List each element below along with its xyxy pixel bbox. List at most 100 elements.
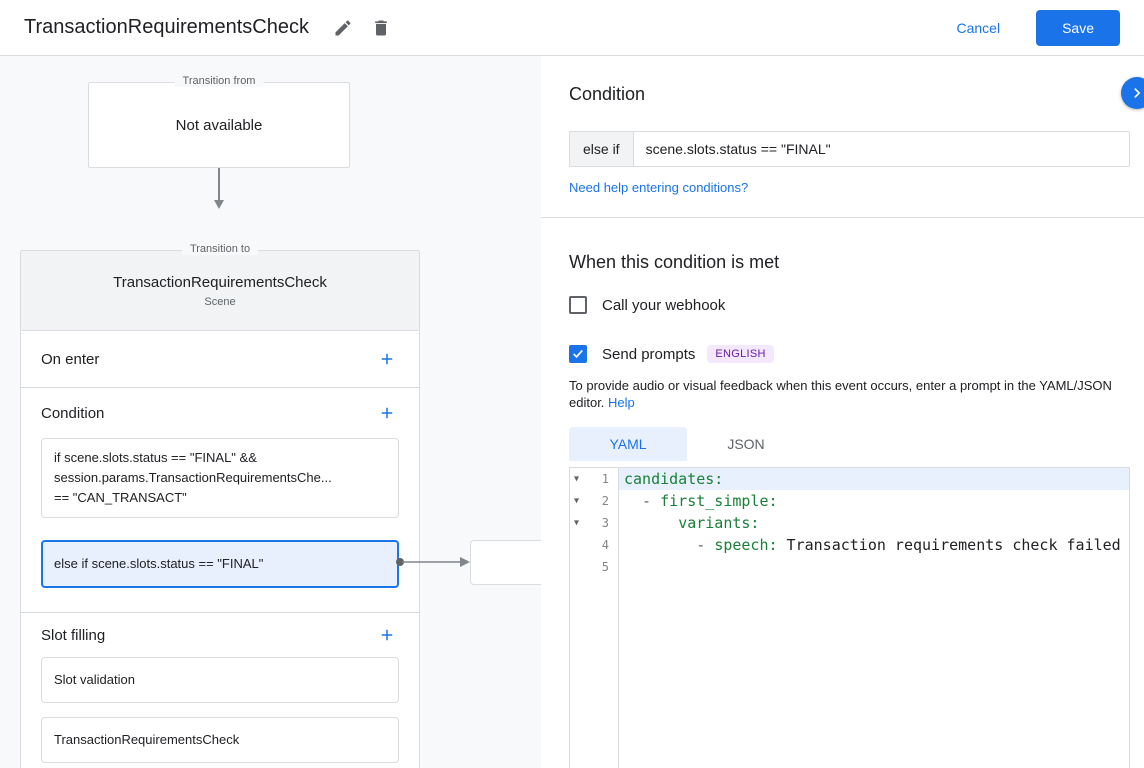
fold-arrow-icon[interactable]: ▾ <box>574 518 579 529</box>
slot-filling-section-head: Slot filling <box>21 613 419 657</box>
plus-icon <box>378 626 396 644</box>
condition-expression-row: else if <box>569 131 1130 167</box>
checkmark-icon <box>572 349 584 359</box>
code-token: Transaction requirements check failed <box>778 536 1121 554</box>
line-number: 1 <box>602 472 609 486</box>
condition-item-selected[interactable]: else if scene.slots.status == "FINAL" <box>41 540 399 588</box>
app-window: TransactionRequirementsCheck Cancel Save… <box>0 0 1144 768</box>
down-arrow-icon <box>211 168 227 210</box>
gutter-divider <box>618 468 619 768</box>
line-gutter: 5 <box>570 556 618 578</box>
condition-expression-input[interactable] <box>633 131 1130 167</box>
line-gutter: ▾3 <box>570 512 618 534</box>
main-content: Transition from Not available Transition… <box>0 56 1144 768</box>
right-arrow-icon <box>402 555 472 569</box>
edit-title-button[interactable] <box>325 10 361 46</box>
tab-json[interactable]: JSON <box>687 427 805 461</box>
code-token: speech: <box>714 536 777 554</box>
send-prompts-checkbox[interactable] <box>569 345 587 363</box>
divider <box>541 217 1144 218</box>
scene-node-subtitle: Scene <box>204 296 235 308</box>
add-condition-button[interactable] <box>375 401 399 425</box>
chevron-right-icon <box>1127 83 1144 103</box>
code-line[interactable] <box>618 556 1129 578</box>
transition-from-badge: Transition from <box>175 75 264 87</box>
transition-target-node[interactable] <box>470 540 541 585</box>
pencil-icon <box>333 18 353 38</box>
plus-icon <box>378 350 396 368</box>
prompt-hint: To provide audio or visual feedback when… <box>569 378 1112 410</box>
line-gutter: ▾2 <box>570 490 618 512</box>
code-token: first_simple: <box>660 492 777 510</box>
condition-text-line: else if scene.slots.status == "FINAL" <box>54 554 386 574</box>
line-number: 2 <box>602 494 609 508</box>
line-number: 3 <box>602 516 609 530</box>
line-number: 5 <box>602 560 609 574</box>
editor-line[interactable]: 5 <box>570 556 1129 578</box>
editor-line[interactable]: ▾3 variants: <box>570 512 1129 534</box>
condition-help-link[interactable]: Need help entering conditions? <box>569 180 748 195</box>
on-enter-row[interactable]: On enter <box>21 331 419 388</box>
editor-tabs: YAML JSON <box>569 427 805 461</box>
transition-to-badge: Transition to <box>182 243 258 255</box>
code-line[interactable]: - speech: Transaction requirements check… <box>618 534 1129 556</box>
page-title: TransactionRequirementsCheck <box>24 16 309 39</box>
scene-flow-canvas: Transition from Not available Transition… <box>0 56 541 768</box>
condition-section-head: Condition <box>21 388 419 438</box>
delete-scene-button[interactable] <box>363 10 399 46</box>
webhook-row: Call your webhook <box>569 296 725 314</box>
code-token <box>624 514 678 532</box>
line-gutter: 4 <box>570 534 618 556</box>
scene-node: Transition to TransactionRequirementsChe… <box>20 250 420 768</box>
condition-section: Condition if scene.slots.status == "FINA… <box>21 388 419 613</box>
fold-arrow-icon[interactable]: ▾ <box>574 496 579 507</box>
fold-arrow-icon[interactable]: ▾ <box>574 474 579 485</box>
slot-item[interactable]: TransactionRequirementsCheck <box>41 717 399 763</box>
code-line[interactable]: candidates: <box>618 468 1129 490</box>
slot-filling-label: Slot filling <box>41 627 105 644</box>
condition-item[interactable]: if scene.slots.status == "FINAL" && sess… <box>41 438 399 518</box>
condition-text-line: session.params.TransactionRequirementsCh… <box>54 468 386 488</box>
yaml-editor[interactable]: ▾1candidates:▾2 - first_simple:▾3 varian… <box>569 467 1130 768</box>
condition-section-label: Condition <box>41 405 104 422</box>
slot-item[interactable]: Slot validation <box>41 657 399 703</box>
scene-node-header[interactable]: TransactionRequirementsCheck Scene <box>21 251 419 331</box>
add-on-enter-button[interactable] <box>375 347 399 371</box>
inspector-title: Condition <box>569 84 645 105</box>
send-prompts-row: Send prompts ENGLISH <box>569 345 774 363</box>
trash-icon <box>371 18 391 38</box>
editor-line[interactable]: 4 - speech: Transaction requirements che… <box>570 534 1129 556</box>
on-enter-label: On enter <box>41 351 99 368</box>
condition-prefix-label: else if <box>569 131 633 167</box>
condition-met-title: When this condition is met <box>569 252 779 273</box>
prompt-hint-text: To provide audio or visual feedback when… <box>569 377 1144 411</box>
line-gutter: ▾1 <box>570 468 618 490</box>
collapse-panel-button[interactable] <box>1121 77 1144 109</box>
code-token: - <box>624 536 714 554</box>
editor-line[interactable]: ▾2 - first_simple: <box>570 490 1129 512</box>
scene-node-title: TransactionRequirementsCheck <box>113 274 327 291</box>
code-token: - <box>624 492 660 510</box>
code-line[interactable]: - first_simple: <box>618 490 1129 512</box>
transition-from-text: Not available <box>176 117 263 134</box>
plus-icon <box>378 404 396 422</box>
code-editor-lines: ▾1candidates:▾2 - first_simple:▾3 varian… <box>570 468 1129 578</box>
language-badge: ENGLISH <box>707 345 773 363</box>
send-prompts-label: Send prompts <box>602 346 695 363</box>
condition-inspector-panel: Condition else if Need help entering con… <box>541 56 1144 768</box>
transition-from-node[interactable]: Transition from Not available <box>88 82 350 168</box>
add-slot-button[interactable] <box>375 623 399 647</box>
save-button[interactable]: Save <box>1036 10 1120 46</box>
call-webhook-label: Call your webhook <box>602 297 725 314</box>
condition-text-line: == "CAN_TRANSACT" <box>54 488 386 508</box>
code-token: variants: <box>678 514 759 532</box>
cancel-button[interactable]: Cancel <box>946 12 1010 44</box>
top-bar: TransactionRequirementsCheck Cancel Save <box>0 0 1144 56</box>
line-number: 4 <box>602 538 609 552</box>
tab-yaml[interactable]: YAML <box>569 427 687 461</box>
call-webhook-checkbox[interactable] <box>569 296 587 314</box>
editor-line[interactable]: ▾1candidates: <box>570 468 1129 490</box>
code-line[interactable]: variants: <box>618 512 1129 534</box>
prompt-help-link[interactable]: Help <box>608 395 635 410</box>
code-token: candidates: <box>624 470 723 488</box>
